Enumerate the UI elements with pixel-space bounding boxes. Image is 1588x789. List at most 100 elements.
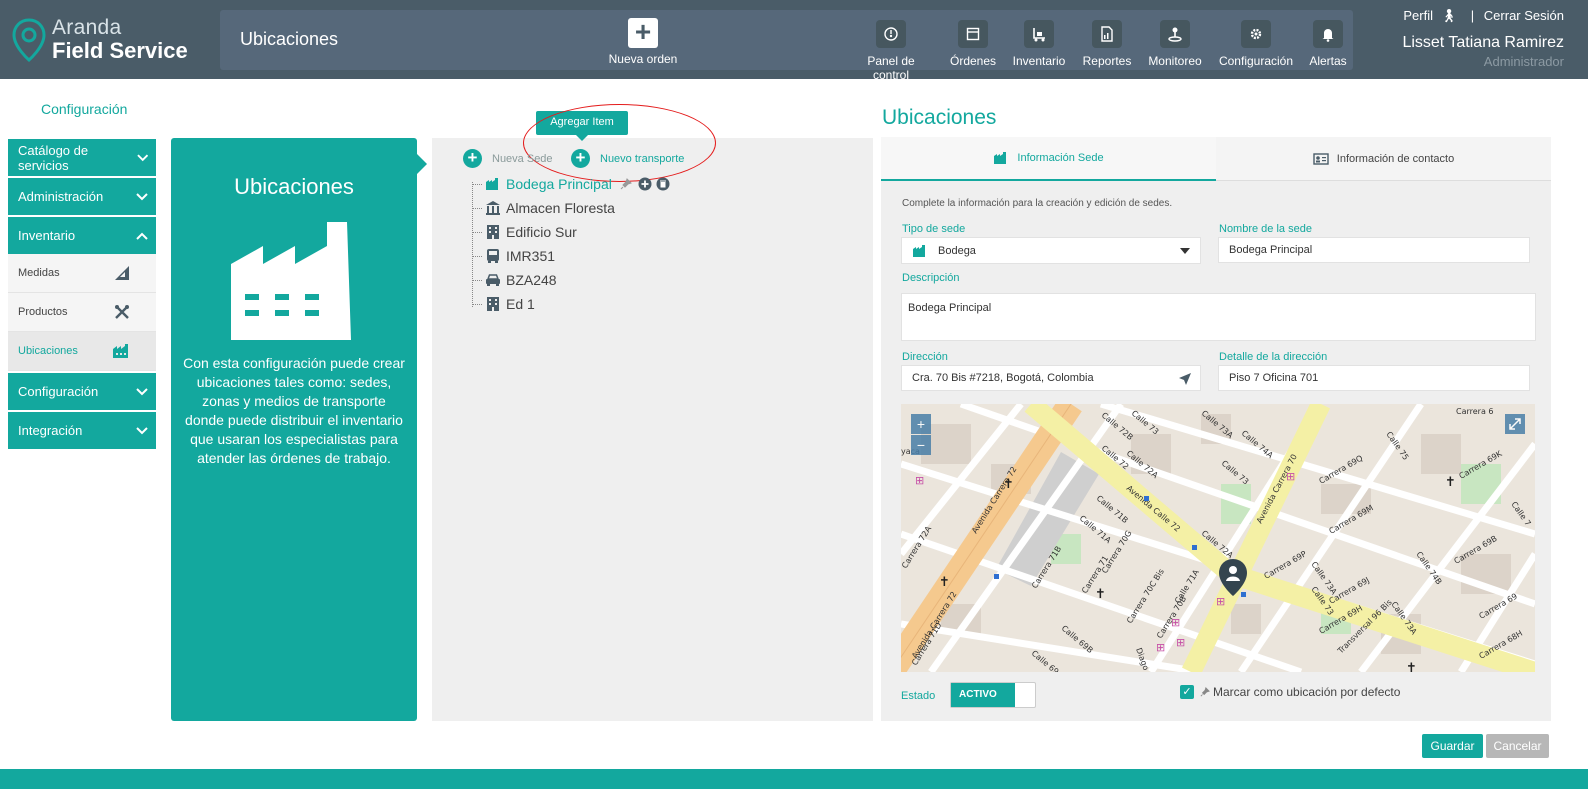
- add-circle-icon[interactable]: [638, 177, 652, 191]
- location-pin-icon: [12, 18, 46, 62]
- svg-text:✝: ✝: [1445, 475, 1456, 490]
- tree-node[interactable]: IMR351: [472, 247, 555, 265]
- sidebar-item-configuracion[interactable]: Configuración: [8, 373, 156, 410]
- add-transport-button[interactable]: + Nuevo transporte: [571, 149, 684, 168]
- description-textarea[interactable]: Bodega Principal: [901, 293, 1536, 341]
- tree-connector-dash: [472, 207, 482, 209]
- sidebar-subitem-medidas[interactable]: Medidas: [8, 254, 156, 293]
- tree-node-label: Ed 1: [506, 296, 535, 312]
- tab-informacion-contacto[interactable]: Información de contacto: [1216, 137, 1551, 181]
- caret-down-icon: [1180, 248, 1190, 254]
- bank-building-icon: [484, 199, 502, 217]
- ruler-icon: [115, 266, 129, 280]
- chevron-up-icon: [136, 232, 148, 240]
- svg-text:⊞: ⊞: [1171, 616, 1180, 629]
- sidebar-item-administracion[interactable]: Administración: [8, 178, 156, 215]
- svg-text:⊞: ⊞: [1156, 641, 1165, 654]
- site-type-label: Tipo de sede: [902, 223, 966, 235]
- breadcrumb[interactable]: Configuración: [41, 101, 127, 117]
- new-order-button[interactable]: + Nueva orden: [602, 18, 684, 67]
- tree-connector-dash: [472, 303, 482, 305]
- site-name-label: Nombre de la sede: [1219, 223, 1312, 235]
- nav-panel-de-control[interactable]: Panel de control: [848, 20, 934, 82]
- tree-node[interactable]: Ed 1: [472, 295, 535, 313]
- site-name-input[interactable]: Bodega Principal: [1218, 237, 1530, 263]
- description-label: Descripción: [902, 272, 960, 284]
- sidebar-item-catalogo[interactable]: Catálogo de servicios: [8, 139, 156, 176]
- plus-icon: +: [628, 18, 658, 48]
- nav-alertas[interactable]: Alertas: [1306, 20, 1350, 68]
- add-site-button[interactable]: + Nueva Sede: [463, 149, 553, 168]
- sidebar-item-integracion[interactable]: Integración: [8, 412, 156, 449]
- app-logo[interactable]: Aranda Field Service: [10, 14, 210, 66]
- chevron-down-icon: [136, 192, 148, 200]
- building-icon: [484, 223, 502, 241]
- user-links: Perfil 🚶︎ | Cerrar Sesión: [1397, 8, 1564, 24]
- delete-icon[interactable]: [656, 177, 670, 191]
- svg-text:✝: ✝: [1406, 661, 1417, 672]
- nav-label: Configuración: [1218, 54, 1294, 68]
- sidebar-item-label: Administración: [18, 189, 104, 204]
- highlight-annotation: [523, 104, 716, 182]
- fullscreen-icon[interactable]: [1505, 414, 1525, 434]
- sidebar-subitem-productos[interactable]: Productos: [8, 293, 156, 332]
- logout-link[interactable]: Cerrar Sesión: [1484, 8, 1564, 23]
- chevron-down-icon: [136, 153, 148, 161]
- sidebar-subitem-label: Medidas: [18, 267, 60, 279]
- nav-monitoreo[interactable]: Monitoreo: [1146, 20, 1204, 68]
- address-detail-input[interactable]: Piso 7 Oficina 701: [1218, 365, 1530, 391]
- inventory-icon: [1024, 20, 1054, 48]
- nav-ordenes[interactable]: Órdenes: [948, 20, 998, 68]
- site-type-select[interactable]: Bodega: [901, 237, 1201, 264]
- sidebar-item-label: Integración: [18, 423, 83, 438]
- nav-inventario[interactable]: Inventario: [1011, 20, 1067, 68]
- tree-node-label: IMR351: [506, 248, 556, 264]
- svg-text:✝: ✝: [1095, 587, 1106, 602]
- form-tabs: Información Sede Información de contacto: [881, 137, 1551, 181]
- sidebar-item-inventario[interactable]: Inventario: [8, 217, 156, 254]
- tree-node[interactable]: Bodega Principal: [472, 175, 670, 193]
- save-button[interactable]: Guardar: [1422, 734, 1483, 758]
- pin-icon[interactable]: [620, 178, 632, 190]
- add-site-label: Nueva Sede: [492, 152, 553, 165]
- profile-link[interactable]: Perfil: [1403, 8, 1433, 23]
- tree-node-label: Almacen Floresta: [506, 200, 615, 216]
- tree-node[interactable]: Edificio Sur: [472, 223, 577, 241]
- cancel-button[interactable]: Cancelar: [1486, 734, 1549, 758]
- sidebar-item-label: Inventario: [18, 228, 76, 243]
- default-location-checkbox[interactable]: ✓ Marcar como ubicación por defecto: [1180, 685, 1400, 699]
- tree-node[interactable]: BZA248: [472, 271, 557, 289]
- nav-configuracion[interactable]: Configuración: [1218, 20, 1294, 68]
- bell-icon: [1313, 20, 1343, 48]
- address-detail-label: Detalle de la dirección: [1219, 351, 1328, 363]
- svg-text:✝: ✝: [1003, 477, 1014, 492]
- address-value: Cra. 70 Bis #7218, Bogotá, Colombia: [912, 372, 1094, 384]
- nav-reportes[interactable]: Reportes: [1081, 20, 1133, 68]
- location-map[interactable]: Avenida Carrera 72 Avenida Carrera 72 Av…: [901, 404, 1535, 672]
- tree-node[interactable]: Almacen Floresta: [472, 199, 615, 217]
- tree-connector-dash: [472, 231, 482, 233]
- gear-icon: [1241, 20, 1271, 48]
- car-icon: [484, 271, 502, 289]
- geolocate-icon[interactable]: [1178, 372, 1192, 386]
- svg-text:Carrera 6: Carrera 6: [1456, 407, 1494, 416]
- sidebar-subitem-label: Productos: [18, 306, 68, 318]
- link-separator: |: [1470, 8, 1475, 23]
- factory-icon: [113, 344, 128, 358]
- status-toggle[interactable]: ACTIVO: [950, 682, 1036, 708]
- status-toggle-label: ACTIVO: [951, 683, 1015, 707]
- map-zoom-out-button[interactable]: −: [911, 435, 931, 455]
- tab-informacion-sede[interactable]: Información Sede: [881, 137, 1216, 181]
- orders-icon: [958, 20, 988, 48]
- pin-icon: [1200, 687, 1210, 697]
- sidebar-subitem-ubicaciones[interactable]: Ubicaciones: [8, 332, 156, 371]
- info-panel-title: Ubicaciones: [234, 174, 354, 199]
- user-area: Perfil 🚶︎ | Cerrar Sesión Lisset Tatiana…: [1397, 8, 1564, 69]
- address-input[interactable]: Cra. 70 Bis #7218, Bogotá, Colombia: [901, 365, 1201, 391]
- factory-illustration-icon: [231, 222, 351, 340]
- form-title: Ubicaciones: [882, 106, 997, 129]
- map-zoom-in-button[interactable]: +: [911, 414, 931, 434]
- factory-icon: [913, 244, 925, 257]
- nav-label: Órdenes: [949, 54, 997, 68]
- person-icon: 🚶︎: [1440, 8, 1458, 23]
